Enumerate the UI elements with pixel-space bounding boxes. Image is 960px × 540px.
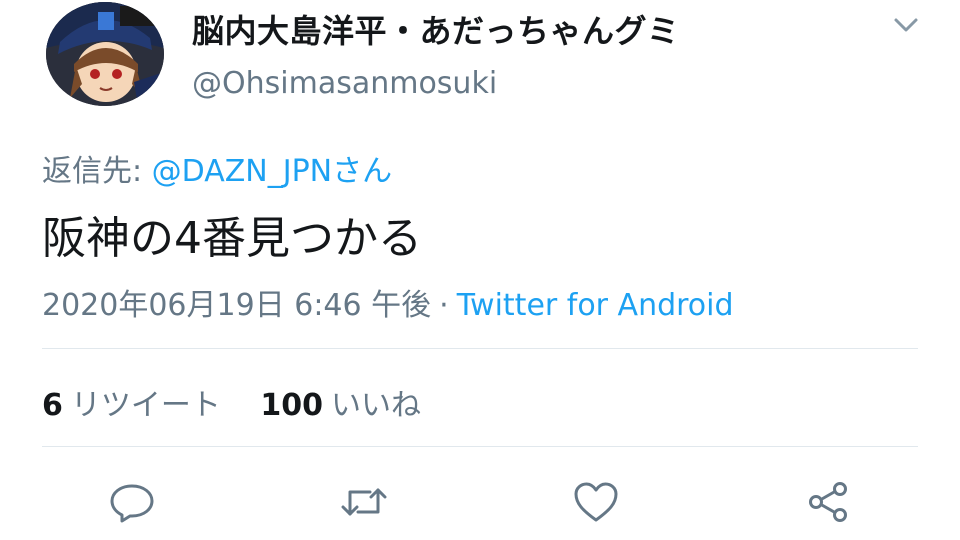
reply-button[interactable] — [108, 480, 156, 524]
retweet-icon — [341, 488, 387, 516]
tweet-source-link[interactable]: Twitter for Android — [457, 288, 734, 323]
reply-icon — [110, 484, 154, 523]
share-icon — [809, 482, 847, 522]
divider — [42, 348, 918, 349]
tweet-meta: 2020年06月19日 6:46 午後 · Twitter for Android — [42, 280, 734, 324]
retweets-stat[interactable]: 6 リツイート — [42, 380, 221, 424]
like-icon — [574, 482, 618, 522]
user-handle[interactable]: @Ohsimasanmosuki — [192, 66, 497, 101]
divider — [42, 446, 918, 447]
avatar-image — [46, 2, 164, 106]
likes-stat[interactable]: 100 いいね — [260, 380, 421, 424]
reply-prefix: 返信先: — [42, 154, 152, 189]
reply-user-link[interactable]: @DAZN_JPNさん — [152, 154, 392, 189]
retweets-label: リツイート — [70, 388, 221, 423]
retweet-button[interactable] — [340, 480, 388, 524]
display-name[interactable]: 脳内大島洋平・あだっちゃんグミ — [192, 6, 680, 52]
tweet-text: 阪神の4番見つかる — [42, 213, 422, 264]
retweets-count: 6 — [42, 388, 63, 423]
meta-separator: · — [439, 288, 449, 323]
likes-label: いいね — [331, 388, 422, 423]
tweet-stats: 6 リツイート 100 いいね — [42, 380, 421, 424]
like-button[interactable] — [572, 480, 620, 524]
avatar[interactable] — [46, 2, 164, 106]
reply-context: 返信先: @DAZN_JPNさん — [42, 146, 392, 190]
likes-count: 100 — [260, 388, 324, 423]
share-button[interactable] — [804, 480, 852, 524]
chevron-down-icon[interactable] — [888, 10, 924, 42]
tweet-timestamp[interactable]: 2020年06月19日 6:46 午後 — [42, 288, 431, 323]
